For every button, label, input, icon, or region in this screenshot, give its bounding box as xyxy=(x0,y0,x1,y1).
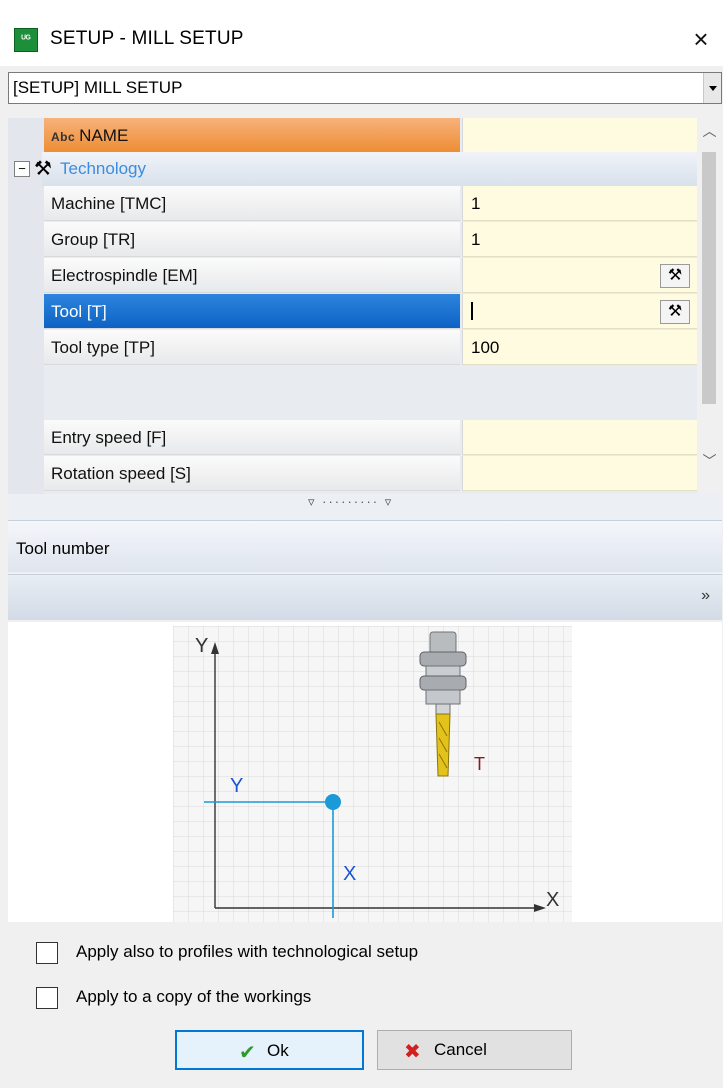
group-tr-field[interactable]: 1 xyxy=(462,222,698,257)
name-field[interactable] xyxy=(462,118,698,153)
tool-preview-drawing: Y X Y X T xyxy=(173,626,572,922)
dropdown-arrow-icon[interactable] xyxy=(703,73,721,103)
electrospindle-label: Electrospindle [EM] xyxy=(44,258,460,293)
entry-speed-row[interactable]: Entry speed [F] xyxy=(44,420,706,456)
cancel-label: Cancel xyxy=(434,1040,487,1059)
text-type-icon: Abc xyxy=(51,130,76,144)
electrospindle-picker-button[interactable]: ⚒ xyxy=(660,264,690,288)
tool-row[interactable]: Tool [T] ⚒ xyxy=(44,294,706,330)
electrospindle-field[interactable]: ⚒ xyxy=(462,258,698,293)
entry-speed-field[interactable] xyxy=(462,420,698,455)
tool-type-field[interactable]: 100 xyxy=(462,330,698,365)
entry-speed-label: Entry speed [F] xyxy=(44,420,460,455)
double-chevron-down-icon[interactable]: » xyxy=(701,587,710,605)
group-label: Technology xyxy=(60,159,147,178)
scroll-thumb[interactable] xyxy=(702,152,716,404)
property-grid: Abc NAME − ⚒ Technology Machine [TMC] 1 G… xyxy=(8,118,722,494)
cancel-button[interactable]: ✖ Cancel xyxy=(377,1030,572,1070)
hammer-wrench-icon: ⚒ xyxy=(667,267,683,284)
setup-select-value: [SETUP] MILL SETUP xyxy=(13,78,183,97)
group-tr-label: Group [TR] xyxy=(44,222,460,257)
grid-scrollbar[interactable]: ︿ ﹀ xyxy=(697,118,722,494)
tool-picker-button[interactable]: ⚒ xyxy=(660,300,690,324)
check-icon: ✔ xyxy=(239,1042,256,1064)
description-panel: Tool number xyxy=(8,520,722,572)
text-caret xyxy=(471,302,473,320)
tool-label: T xyxy=(474,754,485,774)
hammer-icon: ⚒ xyxy=(34,158,52,180)
axis-y-label: Y xyxy=(195,635,208,657)
x-icon: ✖ xyxy=(404,1041,421,1063)
tool-preview-panel: Y X Y X T xyxy=(8,622,722,922)
apply-copy-checkbox[interactable] xyxy=(36,987,58,1009)
rotation-speed-label: Rotation speed [S] xyxy=(44,456,460,491)
scroll-down-icon[interactable]: ﹀ xyxy=(697,450,722,472)
rotation-speed-field[interactable] xyxy=(462,456,698,491)
tool-type-label: Tool type [TP] xyxy=(44,330,460,365)
scroll-up-icon[interactable]: ︿ xyxy=(697,120,722,142)
name-row[interactable]: Abc NAME xyxy=(44,118,706,154)
machine-row[interactable]: Machine [TMC] 1 xyxy=(44,186,706,222)
ok-button[interactable]: ✔ Ok xyxy=(175,1030,364,1070)
axis-x-label: X xyxy=(546,889,559,911)
machine-label: Machine [TMC] xyxy=(44,186,460,221)
machine-field[interactable]: 1 xyxy=(462,186,698,221)
splitter-handle[interactable]: ▿ ········· ▿ xyxy=(8,494,722,520)
app-icon: ᵁᴳ xyxy=(14,28,38,52)
ok-label: Ok xyxy=(267,1041,289,1060)
collapse-icon[interactable]: − xyxy=(14,161,30,177)
description-text: Tool number xyxy=(16,539,110,558)
electrospindle-row[interactable]: Electrospindle [EM] ⚒ xyxy=(44,258,706,294)
title-bar: ᵁᴳ SETUP - MILL SETUP × xyxy=(0,0,723,66)
apply-profiles-checkbox[interactable] xyxy=(36,942,58,964)
offset-x-label: X xyxy=(343,863,356,885)
offset-y-label: Y xyxy=(230,775,243,797)
tool-field[interactable]: ⚒ xyxy=(462,294,698,329)
group-technology[interactable]: − ⚒ Technology xyxy=(14,152,704,186)
rotation-speed-row[interactable]: Rotation speed [S] xyxy=(44,456,706,492)
window-title: SETUP - MILL SETUP xyxy=(50,28,244,49)
apply-profiles-label: Apply also to profiles with technologica… xyxy=(76,942,419,961)
hammer-wrench-icon: ⚒ xyxy=(667,303,683,320)
apply-copy-label: Apply to a copy of the workings xyxy=(76,987,312,1006)
tool-type-row[interactable]: Tool type [TP] 100 xyxy=(44,330,706,366)
tool-label: Tool [T] xyxy=(44,294,460,329)
name-label: Abc NAME xyxy=(44,118,460,153)
preview-toggle-bar[interactable]: » xyxy=(8,574,722,620)
group-tr-row[interactable]: Group [TR] 1 xyxy=(44,222,706,258)
close-button[interactable]: × xyxy=(684,22,718,56)
setup-select[interactable]: [SETUP] MILL SETUP xyxy=(8,72,722,104)
